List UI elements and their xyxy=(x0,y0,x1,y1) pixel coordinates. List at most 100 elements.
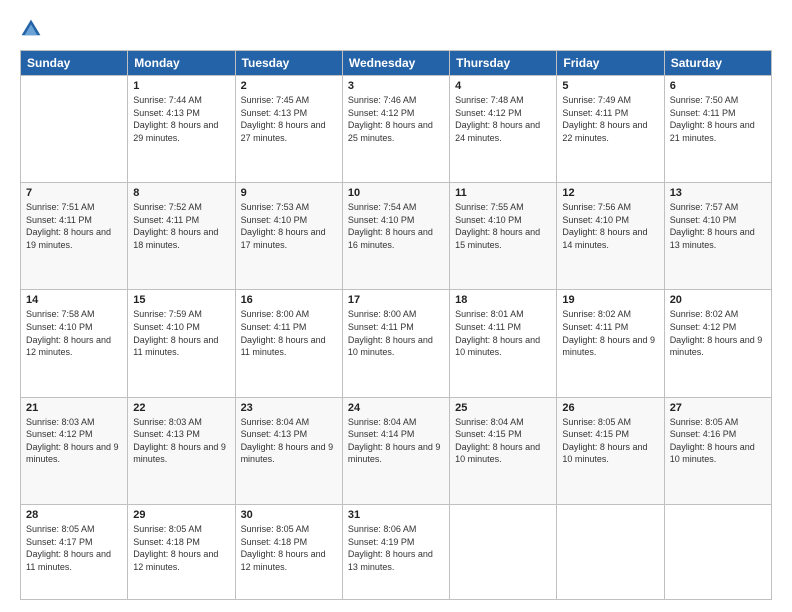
day-info: Sunrise: 8:03 AMSunset: 4:13 PMDaylight:… xyxy=(133,416,229,466)
header xyxy=(20,18,772,40)
day-info: Sunrise: 7:56 AMSunset: 4:10 PMDaylight:… xyxy=(562,201,658,251)
calendar-cell: 19Sunrise: 8:02 AMSunset: 4:11 PMDayligh… xyxy=(557,290,664,397)
calendar-cell: 14 Sunrise: 7:58 AMSunset: 4:10 PMDayligh… xyxy=(21,290,128,397)
day-info: Sunrise: 8:05 AMSunset: 4:17 PMDaylight:… xyxy=(26,523,122,573)
calendar-cell: 7 Sunrise: 7:51 AMSunset: 4:11 PMDaylight… xyxy=(21,183,128,290)
calendar-cell: 28 Sunrise: 8:05 AMSunset: 4:17 PMDayligh… xyxy=(21,504,128,599)
col-header-saturday: Saturday xyxy=(664,51,771,76)
day-info: Sunrise: 8:00 AMSunset: 4:11 PMDaylight:… xyxy=(241,308,337,358)
day-number: 8 xyxy=(133,187,229,199)
col-header-tuesday: Tuesday xyxy=(235,51,342,76)
calendar-week-1: 1Sunrise: 7:44 AMSunset: 4:13 PMDaylight… xyxy=(21,76,772,183)
day-info: Sunrise: 8:03 AMSunset: 4:12 PMDaylight:… xyxy=(26,416,122,466)
day-info: Sunrise: 8:06 AMSunset: 4:19 PMDaylight:… xyxy=(348,523,444,573)
col-header-wednesday: Wednesday xyxy=(342,51,449,76)
col-header-sunday: Sunday xyxy=(21,51,128,76)
day-info: Sunrise: 7:46 AMSunset: 4:12 PMDaylight:… xyxy=(348,94,444,144)
calendar-cell: 8 Sunrise: 7:52 AMSunset: 4:11 PMDaylight… xyxy=(128,183,235,290)
page: SundayMondayTuesdayWednesdayThursdayFrid… xyxy=(0,0,792,612)
calendar-week-3: 14 Sunrise: 7:58 AMSunset: 4:10 PMDayligh… xyxy=(21,290,772,397)
day-number: 7 xyxy=(26,187,122,199)
day-info: Sunrise: 8:05 AMSunset: 4:18 PMDaylight:… xyxy=(133,523,229,573)
day-number: 4 xyxy=(455,80,551,92)
calendar-cell: 2Sunrise: 7:45 AMSunset: 4:13 PMDaylight… xyxy=(235,76,342,183)
calendar-cell xyxy=(450,504,557,599)
calendar-cell: 18Sunrise: 8:01 AMSunset: 4:11 PMDayligh… xyxy=(450,290,557,397)
col-header-thursday: Thursday xyxy=(450,51,557,76)
day-info: Sunrise: 7:44 AMSunset: 4:13 PMDaylight:… xyxy=(133,94,229,144)
calendar-cell: 10 Sunrise: 7:54 AMSunset: 4:10 PMDayligh… xyxy=(342,183,449,290)
calendar-week-4: 21 Sunrise: 8:03 AMSunset: 4:12 PMDayligh… xyxy=(21,397,772,504)
day-info: Sunrise: 7:59 AMSunset: 4:10 PMDaylight:… xyxy=(133,308,229,358)
calendar-cell: 15 Sunrise: 7:59 AMSunset: 4:10 PMDayligh… xyxy=(128,290,235,397)
day-number: 25 xyxy=(455,402,551,414)
logo-icon xyxy=(20,18,42,40)
calendar-cell: 23 Sunrise: 8:04 AMSunset: 4:13 PMDayligh… xyxy=(235,397,342,504)
day-number: 21 xyxy=(26,402,122,414)
calendar-cell xyxy=(664,504,771,599)
day-number: 11 xyxy=(455,187,551,199)
calendar-cell: 3 Sunrise: 7:46 AMSunset: 4:12 PMDaylight… xyxy=(342,76,449,183)
day-number: 9 xyxy=(241,187,337,199)
day-number: 24 xyxy=(348,402,444,414)
calendar-cell xyxy=(557,504,664,599)
day-info: Sunrise: 8:04 AMSunset: 4:14 PMDaylight:… xyxy=(348,416,444,466)
calendar-cell: 6 Sunrise: 7:50 AMSunset: 4:11 PMDaylight… xyxy=(664,76,771,183)
day-info: Sunrise: 7:57 AMSunset: 4:10 PMDaylight:… xyxy=(670,201,766,251)
day-info: Sunrise: 7:58 AMSunset: 4:10 PMDaylight:… xyxy=(26,308,122,358)
calendar-cell: 11Sunrise: 7:55 AMSunset: 4:10 PMDayligh… xyxy=(450,183,557,290)
calendar-cell: 25 Sunrise: 8:04 AMSunset: 4:15 PMDayligh… xyxy=(450,397,557,504)
calendar-cell: 12 Sunrise: 7:56 AMSunset: 4:10 PMDayligh… xyxy=(557,183,664,290)
day-number: 30 xyxy=(241,509,337,521)
calendar-cell: 24 Sunrise: 8:04 AMSunset: 4:14 PMDayligh… xyxy=(342,397,449,504)
calendar-cell: 9 Sunrise: 7:53 AMSunset: 4:10 PMDaylight… xyxy=(235,183,342,290)
calendar-cell: 31Sunrise: 8:06 AMSunset: 4:19 PMDayligh… xyxy=(342,504,449,599)
day-info: Sunrise: 8:02 AMSunset: 4:12 PMDaylight:… xyxy=(670,308,766,358)
day-info: Sunrise: 8:04 AMSunset: 4:15 PMDaylight:… xyxy=(455,416,551,466)
day-number: 17 xyxy=(348,294,444,306)
day-number: 3 xyxy=(348,80,444,92)
calendar-cell: 5 Sunrise: 7:49 AMSunset: 4:11 PMDaylight… xyxy=(557,76,664,183)
day-info: Sunrise: 7:52 AMSunset: 4:11 PMDaylight:… xyxy=(133,201,229,251)
calendar-week-2: 7 Sunrise: 7:51 AMSunset: 4:11 PMDaylight… xyxy=(21,183,772,290)
day-number: 27 xyxy=(670,402,766,414)
day-number: 6 xyxy=(670,80,766,92)
calendar-cell: 16Sunrise: 8:00 AMSunset: 4:11 PMDayligh… xyxy=(235,290,342,397)
calendar-cell: 4 Sunrise: 7:48 AMSunset: 4:12 PMDaylight… xyxy=(450,76,557,183)
day-number: 23 xyxy=(241,402,337,414)
day-info: Sunrise: 7:49 AMSunset: 4:11 PMDaylight:… xyxy=(562,94,658,144)
day-info: Sunrise: 7:54 AMSunset: 4:10 PMDaylight:… xyxy=(348,201,444,251)
calendar: SundayMondayTuesdayWednesdayThursdayFrid… xyxy=(20,50,772,600)
day-info: Sunrise: 8:01 AMSunset: 4:11 PMDaylight:… xyxy=(455,308,551,358)
day-info: Sunrise: 8:05 AMSunset: 4:16 PMDaylight:… xyxy=(670,416,766,466)
day-info: Sunrise: 7:50 AMSunset: 4:11 PMDaylight:… xyxy=(670,94,766,144)
calendar-cell: 27 Sunrise: 8:05 AMSunset: 4:16 PMDayligh… xyxy=(664,397,771,504)
day-info: Sunrise: 8:05 AMSunset: 4:15 PMDaylight:… xyxy=(562,416,658,466)
day-info: Sunrise: 7:53 AMSunset: 4:10 PMDaylight:… xyxy=(241,201,337,251)
calendar-week-5: 28 Sunrise: 8:05 AMSunset: 4:17 PMDayligh… xyxy=(21,504,772,599)
day-info: Sunrise: 7:51 AMSunset: 4:11 PMDaylight:… xyxy=(26,201,122,251)
day-info: Sunrise: 7:48 AMSunset: 4:12 PMDaylight:… xyxy=(455,94,551,144)
calendar-cell: 13Sunrise: 7:57 AMSunset: 4:10 PMDayligh… xyxy=(664,183,771,290)
day-number: 20 xyxy=(670,294,766,306)
calendar-cell: 20 Sunrise: 8:02 AMSunset: 4:12 PMDayligh… xyxy=(664,290,771,397)
day-number: 12 xyxy=(562,187,658,199)
calendar-cell: 1Sunrise: 7:44 AMSunset: 4:13 PMDaylight… xyxy=(128,76,235,183)
day-number: 28 xyxy=(26,509,122,521)
calendar-cell: 30 Sunrise: 8:05 AMSunset: 4:18 PMDayligh… xyxy=(235,504,342,599)
day-number: 5 xyxy=(562,80,658,92)
day-number: 14 xyxy=(26,294,122,306)
day-number: 19 xyxy=(562,294,658,306)
day-info: Sunrise: 8:05 AMSunset: 4:18 PMDaylight:… xyxy=(241,523,337,573)
day-info: Sunrise: 8:04 AMSunset: 4:13 PMDaylight:… xyxy=(241,416,337,466)
calendar-cell: 29Sunrise: 8:05 AMSunset: 4:18 PMDayligh… xyxy=(128,504,235,599)
day-info: Sunrise: 8:00 AMSunset: 4:11 PMDaylight:… xyxy=(348,308,444,358)
col-header-monday: Monday xyxy=(128,51,235,76)
day-number: 15 xyxy=(133,294,229,306)
calendar-header-row: SundayMondayTuesdayWednesdayThursdayFrid… xyxy=(21,51,772,76)
logo xyxy=(20,18,46,40)
calendar-cell xyxy=(21,76,128,183)
day-number: 10 xyxy=(348,187,444,199)
col-header-friday: Friday xyxy=(557,51,664,76)
day-info: Sunrise: 7:45 AMSunset: 4:13 PMDaylight:… xyxy=(241,94,337,144)
